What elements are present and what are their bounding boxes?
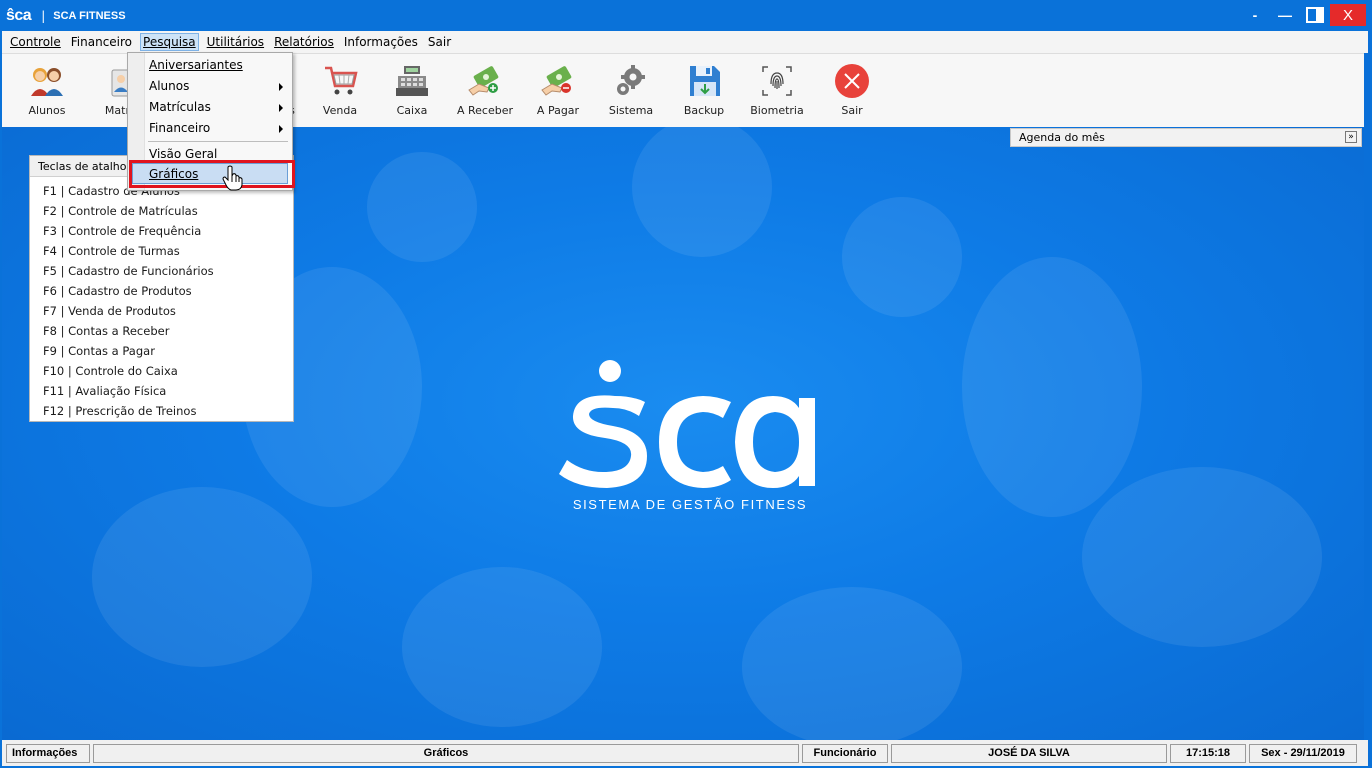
gear-icon — [612, 62, 650, 100]
menu-pesquisa-label: Pesquisa — [143, 35, 196, 49]
shortcuts-list: F1 | Cadastro de Alunos F2 | Controle de… — [30, 177, 293, 421]
menu-utilitarios-label: Utilitários — [206, 35, 265, 49]
menu-relatorios-label: Relatórios — [274, 35, 334, 49]
fingerprint-icon — [758, 62, 796, 100]
menu-financeiro[interactable]: Financeiro — [69, 33, 134, 51]
toolbar-backup-button[interactable]: Backup — [668, 62, 740, 117]
menu-pesquisa[interactable]: Pesquisa — [140, 33, 199, 51]
toolbar-apagar-button[interactable]: A Pagar — [522, 62, 594, 117]
menu-utilitarios[interactable]: Utilitários — [205, 33, 266, 51]
shortcut-item[interactable]: F11 | Avaliação Física — [43, 381, 293, 401]
toolbar-sair-button[interactable]: Sair — [816, 62, 888, 117]
toolbar-alunos-label: Alunos — [28, 104, 66, 117]
submenu-arrow-icon — [279, 83, 283, 91]
menu-controle-label: Controle — [10, 35, 61, 49]
exit-icon — [833, 62, 871, 100]
hand-cursor-icon — [222, 165, 243, 191]
minimize-button[interactable]: — — [1270, 4, 1300, 26]
maximize-icon — [1306, 7, 1324, 23]
toolbar-alunos-button[interactable]: Alunos — [11, 62, 83, 117]
menu-informacoes[interactable]: Informações — [342, 33, 420, 51]
window-controls: - — X — [1240, 4, 1366, 26]
shortcut-item[interactable]: F6 | Cadastro de Produtos — [43, 281, 293, 301]
status-user: JOSÉ DA SILVA — [891, 743, 1167, 763]
tagline: SISTEMA DE GESTÃO FITNESS — [572, 497, 808, 512]
toolbar-areceber-label: A Receber — [456, 104, 514, 117]
toolbar-caixa-button[interactable]: Caixa — [376, 62, 448, 117]
status-time: 17:15:18 — [1170, 743, 1246, 763]
menu-controle[interactable]: Controle — [8, 33, 63, 51]
dropdown-separator — [148, 141, 288, 142]
dropdown-item-label: Financeiro — [149, 121, 211, 135]
app-logo: ŝca — [6, 6, 32, 24]
menu-bar: Controle Financeiro Pesquisa Utilitários… — [2, 31, 1368, 53]
dropdown-item-label: Aniversariantes — [149, 58, 243, 72]
toolbar-biometria-label: Biometria — [750, 104, 804, 117]
status-info-value: Gráficos — [93, 743, 799, 763]
dropdown-item-visao-geral[interactable]: Visão Geral — [149, 147, 217, 161]
toolbar-backup-label: Backup — [683, 104, 725, 117]
toolbar-areceber-button[interactable]: A Receber — [449, 62, 521, 117]
cash-register-icon — [393, 62, 431, 100]
shortcut-item[interactable]: F3 | Controle de Frequência — [43, 221, 293, 241]
menu-sair[interactable]: Sair — [426, 33, 453, 51]
toolbar-sair-label: Sair — [841, 104, 863, 117]
menu-relatorios[interactable]: Relatórios — [272, 33, 336, 51]
toolbar-sistema-label: Sistema — [608, 104, 654, 117]
menu-sair-label: Sair — [427, 35, 452, 49]
dropdown-item-aniversariantes[interactable]: Aniversariantes — [149, 58, 243, 72]
close-button[interactable]: X — [1330, 4, 1366, 26]
shortcuts-panel: Teclas de atalho F1 | Cadastro de Alunos… — [29, 155, 294, 422]
shortcut-item[interactable]: F8 | Contas a Receber — [43, 321, 293, 341]
menu-financeiro-label: Financeiro — [70, 35, 133, 49]
shortcut-item[interactable]: F2 | Controle de Matrículas — [43, 201, 293, 221]
chevron-down-icon[interactable]: » — [1345, 131, 1357, 143]
submenu-arrow-icon — [279, 125, 283, 133]
status-info-label: Informações — [6, 743, 90, 763]
toolbar-venda-label: Venda — [322, 104, 358, 117]
window-title: SCA FITNESS — [53, 9, 126, 22]
minimize-small-button[interactable]: - — [1240, 4, 1270, 26]
cart-icon — [321, 62, 359, 100]
title-separator: | — [41, 8, 46, 23]
toolbar-sistema-button[interactable]: Sistema — [595, 62, 667, 117]
shortcut-item[interactable]: F4 | Controle de Turmas — [43, 241, 293, 261]
shortcut-item[interactable]: F10 | Controle do Caixa — [43, 361, 293, 381]
maximize-button[interactable] — [1300, 4, 1330, 26]
menu-informacoes-label: Informações — [343, 35, 418, 49]
agenda-panel[interactable]: Agenda do mês » — [1010, 128, 1362, 147]
submenu-arrow-icon — [279, 104, 283, 112]
toolbar-biometria-button[interactable]: Biometria — [741, 62, 813, 117]
dropdown-item-label: Visão Geral — [149, 147, 218, 161]
sca-logo — [559, 360, 815, 488]
dropdown-item-alunos[interactable]: Alunos — [149, 79, 283, 93]
toolbar-caixa-label: Caixa — [396, 104, 428, 117]
title-bar: ŝca | SCA FITNESS - — X — [0, 0, 1372, 31]
dropdown-item-financeiro[interactable]: Financeiro — [149, 121, 283, 135]
highlight-box — [129, 160, 295, 188]
floppy-icon — [685, 62, 723, 100]
dropdown-item-matriculas[interactable]: Matrículas — [149, 100, 283, 114]
status-date: Sex - 29/11/2019 — [1249, 743, 1357, 763]
status-bar: Informações Gráficos Funcionário JOSÉ DA… — [2, 740, 1368, 766]
toolbar-apagar-label: A Pagar — [536, 104, 580, 117]
shortcut-item[interactable]: F9 | Contas a Pagar — [43, 341, 293, 361]
shortcut-item[interactable]: F7 | Venda de Produtos — [43, 301, 293, 321]
shortcut-item[interactable]: F5 | Cadastro de Funcionários — [43, 261, 293, 281]
shortcut-item[interactable]: F12 | Prescrição de Treinos — [43, 401, 293, 421]
pay-money-icon — [539, 62, 577, 100]
students-icon — [28, 62, 66, 100]
dropdown-item-label: Matrículas — [149, 100, 211, 114]
receive-money-icon — [466, 62, 504, 100]
dropdown-item-label: Alunos — [149, 79, 190, 93]
agenda-title: Agenda do mês — [1019, 131, 1105, 144]
toolbar-venda-button[interactable]: Venda — [304, 62, 376, 117]
status-role: Funcionário — [802, 743, 888, 763]
